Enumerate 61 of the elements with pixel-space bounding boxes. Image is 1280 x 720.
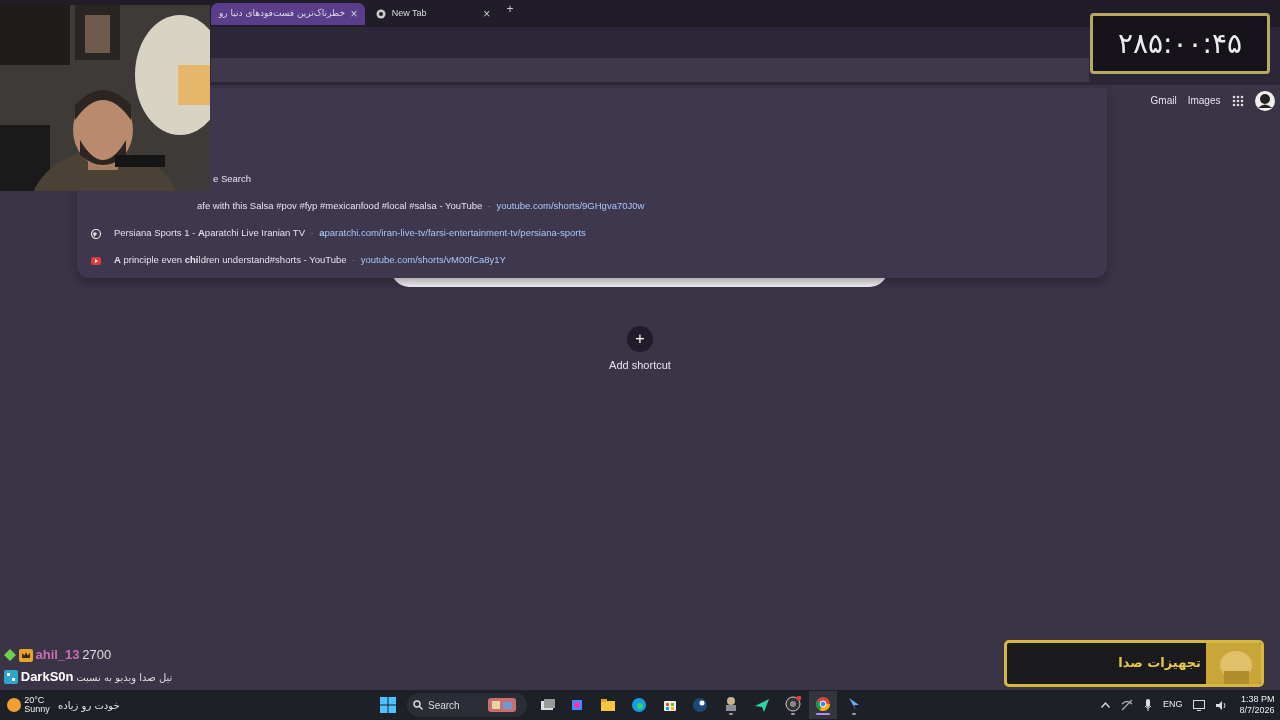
suggestion-url: aparatchi.com/iran-live-tv/farsi-entertainment-tv/persiana-sports — [319, 226, 586, 241]
timer-display: ۲۸۵:۰۰:۴۵ — [1090, 13, 1270, 74]
swirl-icon — [630, 697, 647, 713]
badge-icon — [4, 670, 18, 684]
suggestion-row[interactable]: A principle even children understand#shorts - YouTube - youtube.com/shorts/vM00fCa8y1Y — [77, 247, 1107, 274]
chrome-app-button[interactable] — [809, 691, 838, 719]
paper-plane-icon — [753, 697, 770, 713]
banner-title: تجهیزات صدا — [1118, 654, 1201, 672]
folder-icon — [600, 697, 616, 713]
gear-disc-icon — [692, 697, 709, 713]
lens-icon — [784, 695, 801, 712]
chat-username: DarkS0n — [20, 668, 74, 687]
monitor-icon[interactable] — [1193, 699, 1206, 711]
new-tab-button[interactable]: + — [506, 2, 514, 15]
close-button[interactable]: × — [350, 8, 358, 20]
clock-button[interactable]: 1:38 PM 8/7/2026 — [1239, 694, 1275, 716]
separator: - — [487, 199, 492, 214]
shortcut-label: Add shortcut — [609, 358, 671, 373]
sun-icon — [5, 697, 22, 713]
header-link[interactable]: Images — [1187, 93, 1221, 108]
crown-badge-icon — [18, 648, 33, 662]
figure-icon — [723, 695, 739, 712]
diamond-icon — [4, 649, 16, 661]
address-field[interactable] — [211, 58, 1089, 82]
suggestion-title: afe with this Salsa #pov #fyp #mexicanfood #local #salsa - YouTube — [197, 199, 483, 214]
suggestion-row[interactable]: e Search — [213, 166, 1107, 193]
chrome-icon — [815, 695, 832, 712]
speaker-icon[interactable] — [1216, 699, 1229, 711]
separator: - — [352, 253, 356, 268]
globe-icon — [90, 228, 101, 239]
chat-message: 2700 — [82, 646, 112, 665]
chevron-up-icon[interactable] — [1100, 702, 1110, 708]
weather-text: Sunny — [24, 705, 50, 714]
chat-message: خودت رو زیاده — [58, 698, 120, 713]
add-shortcut-button[interactable]: + — [627, 325, 653, 352]
suggestion-row[interactable]: afe with this Salsa #pov #fyp #mexicanfood #local #salsa - YouTube - youtube.com/shorts/9GHgva70J0w — [197, 193, 1107, 220]
microphone-icon[interactable] — [1143, 699, 1152, 711]
suggestion-row[interactable]: Persiana Sports 1 - Aparatchi Live Iranian TV - aparatchi.com/iran-live-tv/farsi-entertainment-tv/persiana-sports — [77, 220, 1107, 247]
suggestion-title: Persiana Sports 1 - Aparatchi Live Iranian TV — [114, 226, 305, 241]
chat-message: تیل صدا ویدیو به نسبت — [76, 670, 173, 685]
separator: - — [310, 226, 314, 241]
suggestion-url: youtube.com/shorts/9GHgva70J0w — [496, 199, 645, 214]
window-icon — [538, 697, 555, 713]
temperature-text: 20°C — [24, 696, 46, 705]
suggestion-title: A principle even children understand#shorts - YouTube — [114, 253, 347, 268]
browser-tab[interactable]: New Tab × — [368, 3, 499, 25]
header-link[interactable]: Gmail — [1150, 93, 1177, 108]
suggestion-title: e Search — [213, 172, 252, 187]
suggestion-url: youtube.com/shorts/vM00fCa8y1Y — [360, 253, 506, 268]
start-icon[interactable] — [380, 697, 396, 713]
language-indicator[interactable]: ENG — [1162, 698, 1183, 712]
apps-grid-icon[interactable] — [1231, 94, 1244, 107]
chat-username: ahil_13 — [35, 646, 80, 665]
play-icon — [90, 255, 101, 266]
globe-icon — [376, 9, 387, 19]
search-box[interactable]: Search — [407, 693, 527, 717]
close-button[interactable]: × — [483, 8, 491, 20]
search-icon — [412, 700, 423, 710]
browser-tab[interactable]: خطرناک‌ترین فست‌فودهای دنیا رو × — [211, 3, 366, 25]
network-off-icon[interactable] — [1120, 699, 1133, 711]
avatar-icon[interactable] — [1254, 90, 1275, 111]
